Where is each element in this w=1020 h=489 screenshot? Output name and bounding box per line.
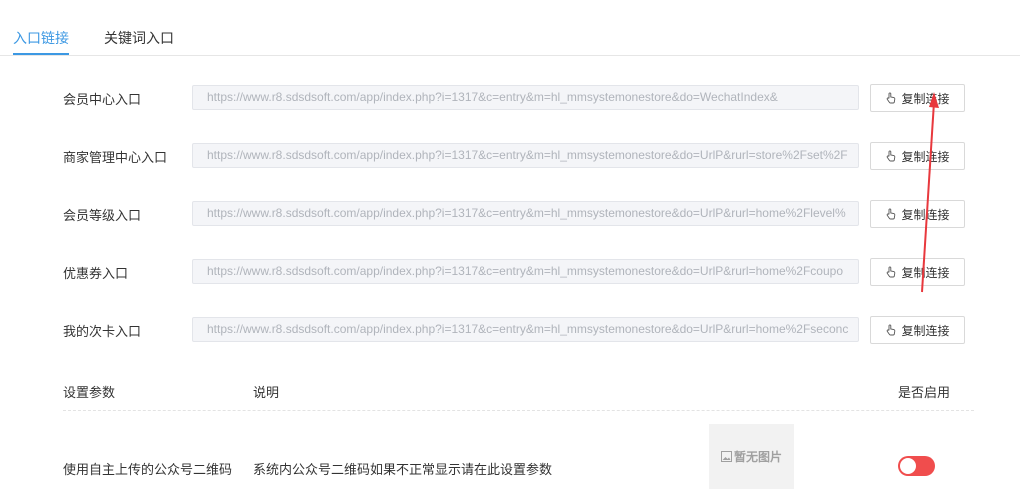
header-enabled: 是否启用 — [898, 385, 951, 400]
copy-link-button[interactable]: 复制连接 — [870, 316, 965, 344]
settings-row: 使用自主上传的公众号二维码 系统内公众号二维码如果不正常显示请在此设置参数 暂无… — [63, 424, 974, 489]
enable-toggle[interactable] — [898, 456, 935, 476]
tab-entry-links[interactable]: 入口链接 — [13, 28, 69, 48]
url-input[interactable]: https://www.r8.sdsdsoft.com/app/index.ph… — [192, 259, 859, 284]
link-row: 会员等级入口 https://www.r8.sdsdsoft.com/app/i… — [0, 200, 1020, 228]
annotation-arrow — [921, 92, 939, 293]
copy-link-label: 复制连接 — [901, 91, 950, 106]
image-icon — [720, 451, 732, 462]
row-label: 商家管理中心入口 — [63, 150, 168, 165]
hand-pointer-icon — [887, 150, 896, 162]
hand-pointer-icon — [887, 92, 896, 104]
link-row: 优惠券入口 https://www.r8.sdsdsoft.com/app/in… — [0, 258, 1020, 286]
header-description: 说明 — [253, 385, 280, 400]
param-name: 使用自主上传的公众号二维码 — [63, 462, 233, 477]
copy-link-button[interactable]: 复制连接 — [870, 142, 965, 170]
settings-table-header: 设置参数 说明 是否启用 — [63, 382, 974, 411]
row-label: 我的次卡入口 — [63, 324, 142, 339]
url-input[interactable]: https://www.r8.sdsdsoft.com/app/index.ph… — [192, 317, 859, 342]
link-row: 我的次卡入口 https://www.r8.sdsdsoft.com/app/i… — [0, 316, 1020, 344]
hand-pointer-icon — [887, 208, 896, 220]
image-placeholder[interactable]: 暂无图片 — [709, 424, 794, 489]
copy-link-button[interactable]: 复制连接 — [870, 258, 965, 286]
copy-link-button[interactable]: 复制连接 — [870, 200, 965, 228]
row-label: 会员等级入口 — [63, 208, 142, 223]
copy-link-label: 复制连接 — [901, 265, 950, 280]
copy-link-label: 复制连接 — [901, 207, 950, 222]
param-description: 系统内公众号二维码如果不正常显示请在此设置参数 — [253, 462, 553, 477]
copy-link-label: 复制连接 — [901, 323, 950, 338]
row-label: 会员中心入口 — [63, 92, 142, 107]
hand-pointer-icon — [887, 324, 896, 336]
url-input[interactable]: https://www.r8.sdsdsoft.com/app/index.ph… — [192, 85, 859, 110]
link-row: 商家管理中心入口 https://www.r8.sdsdsoft.com/app… — [0, 142, 1020, 170]
row-label: 优惠券入口 — [63, 266, 129, 281]
toggle-knob — [900, 458, 916, 474]
image-placeholder-label: 暂无图片 — [733, 450, 782, 464]
url-input[interactable]: https://www.r8.sdsdsoft.com/app/index.ph… — [192, 201, 859, 226]
header-param: 设置参数 — [63, 385, 116, 400]
hand-pointer-icon — [887, 266, 896, 278]
active-tab-indicator — [13, 53, 69, 55]
copy-link-label: 复制连接 — [901, 149, 950, 164]
link-row: 会员中心入口 https://www.r8.sdsdsoft.com/app/i… — [0, 84, 1020, 112]
url-input[interactable]: https://www.r8.sdsdsoft.com/app/index.ph… — [192, 143, 859, 168]
tab-keyword-entry[interactable]: 关键词入口 — [104, 28, 174, 48]
copy-link-button[interactable]: 复制连接 — [870, 84, 965, 112]
tab-bar: 入口链接 关键词入口 — [0, 0, 1020, 56]
